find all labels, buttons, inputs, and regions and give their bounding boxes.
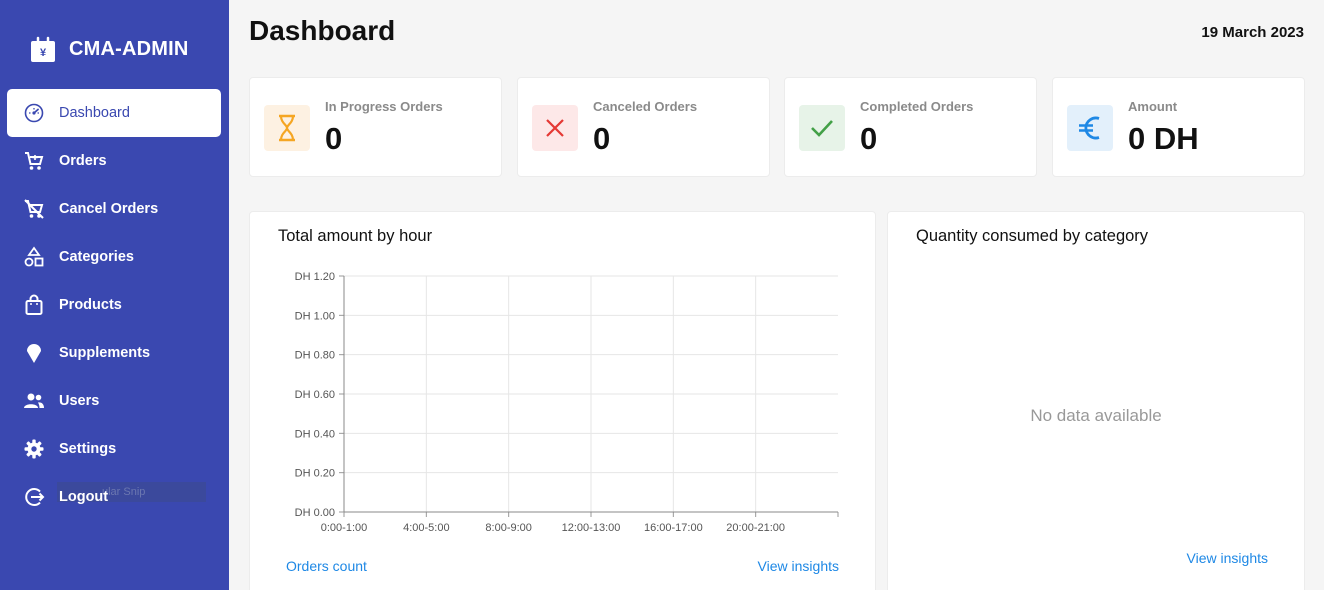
page-title: Dashboard <box>249 15 396 46</box>
shapes-icon <box>23 246 45 268</box>
stat-card-canceled: Canceled Orders 0 <box>517 77 770 177</box>
sidebar-item-settings[interactable]: Settings <box>7 425 221 473</box>
gear-icon <box>23 438 45 460</box>
app-title: CMA-ADMIN <box>69 37 189 60</box>
stat-value: 0 <box>325 121 343 156</box>
main-content: Dashboard 19 March 2023 In Progress Orde… <box>229 0 1324 590</box>
logout-icon <box>23 486 45 508</box>
sidebar: ¥ CMA-ADMIN Dashboard Orders Cancel Orde… <box>0 0 229 590</box>
x-tick-label: 12:00-13:00 <box>562 522 621 534</box>
current-date: 19 March 2023 <box>1201 24 1304 41</box>
sidebar-item-dashboard[interactable]: Dashboard <box>7 89 221 137</box>
ice-cream-icon <box>23 342 45 364</box>
stat-card-in-progress: In Progress Orders 0 <box>249 77 502 177</box>
view-insights-link[interactable]: View insights <box>758 558 839 574</box>
panel-amount-by-hour: Total amount by hour DH 0.00 DH 0.20 DH 0.… <box>249 211 876 590</box>
x-tick-label: 0:00-1:00 <box>321 522 367 534</box>
shopping-bag-yen-icon: ¥ <box>30 35 56 63</box>
sidebar-item-label: Logout <box>59 489 109 505</box>
x-tick-label: 16:00-17:00 <box>644 522 703 534</box>
svg-text:¥: ¥ <box>40 47 47 59</box>
sidebar-item-categories[interactable]: Categories <box>7 233 221 281</box>
brand: ¥ CMA-ADMIN <box>30 31 189 67</box>
sidebar-nav: Dashboard Orders Cancel Orders Categorie… <box>7 89 221 521</box>
sidebar-item-orders[interactable]: Orders <box>7 137 221 185</box>
sidebar-item-label: Categories <box>59 249 134 265</box>
y-tick-label: DH 0.80 <box>295 350 335 362</box>
stat-label: Completed Orders <box>860 99 974 114</box>
stat-value: 0 <box>593 121 611 156</box>
line-chart: DH 0.00 DH 0.20 DH 0.40 DH 0.60 DH 0.80 DH 1.… <box>295 271 839 534</box>
x-tick-label: 8:00-9:00 <box>485 522 531 534</box>
stat-value: 0 DH <box>1128 121 1199 156</box>
stat-card-completed: Completed Orders 0 <box>784 77 1037 177</box>
stat-value: 0 <box>860 121 878 156</box>
sidebar-item-label: Supplements <box>59 345 151 361</box>
sidebar-item-label: Products <box>59 297 122 313</box>
sidebar-item-logout[interactable]: ular Snip Logout <box>7 473 221 521</box>
cart-icon <box>23 150 45 172</box>
y-tick-label: DH 0.40 <box>295 428 335 440</box>
speedometer-icon <box>23 102 45 124</box>
sidebar-item-products[interactable]: Products <box>7 281 221 329</box>
x-tick-label: 20:00-21:00 <box>726 522 785 534</box>
sidebar-item-label: Dashboard <box>59 105 130 121</box>
y-tick-label: DH 0.20 <box>295 468 335 480</box>
sidebar-item-label: Cancel Orders <box>59 201 159 217</box>
stat-card-amount: Amount 0 DH <box>1052 77 1305 177</box>
sidebar-item-users[interactable]: Users <box>7 377 221 425</box>
stat-label: Canceled Orders <box>593 99 698 114</box>
sidebar-item-label: Users <box>59 393 100 409</box>
y-tick-label: DH 0.60 <box>295 389 335 401</box>
panel-quantity-by-category: Quantity consumed by category No data av… <box>887 211 1305 590</box>
y-tick-label: DH 1.00 <box>295 310 335 322</box>
hourglass-icon <box>264 105 310 151</box>
sidebar-item-cancel-orders[interactable]: Cancel Orders <box>7 185 221 233</box>
no-data-message: No data available <box>1030 406 1162 425</box>
stat-label: Amount <box>1128 99 1178 114</box>
bag-icon <box>23 294 45 316</box>
y-tick-label: DH 0.00 <box>295 507 335 519</box>
check-icon <box>799 105 845 151</box>
euro-icon <box>1067 105 1113 151</box>
close-icon <box>532 105 578 151</box>
sidebar-item-label: Orders <box>59 153 107 169</box>
orders-count-link[interactable]: Orders count <box>286 558 367 574</box>
stat-label: In Progress Orders <box>325 99 443 114</box>
y-tick-label: DH 1.20 <box>295 271 335 283</box>
cart-off-icon <box>23 198 45 220</box>
panel-title: Quantity consumed by category <box>916 227 1149 245</box>
sidebar-item-supplements[interactable]: Supplements <box>7 329 221 377</box>
sidebar-item-label: Settings <box>59 441 117 457</box>
x-tick-label: 4:00-5:00 <box>403 522 449 534</box>
users-icon <box>23 390 45 412</box>
view-insights-link[interactable]: View insights <box>1187 550 1268 566</box>
